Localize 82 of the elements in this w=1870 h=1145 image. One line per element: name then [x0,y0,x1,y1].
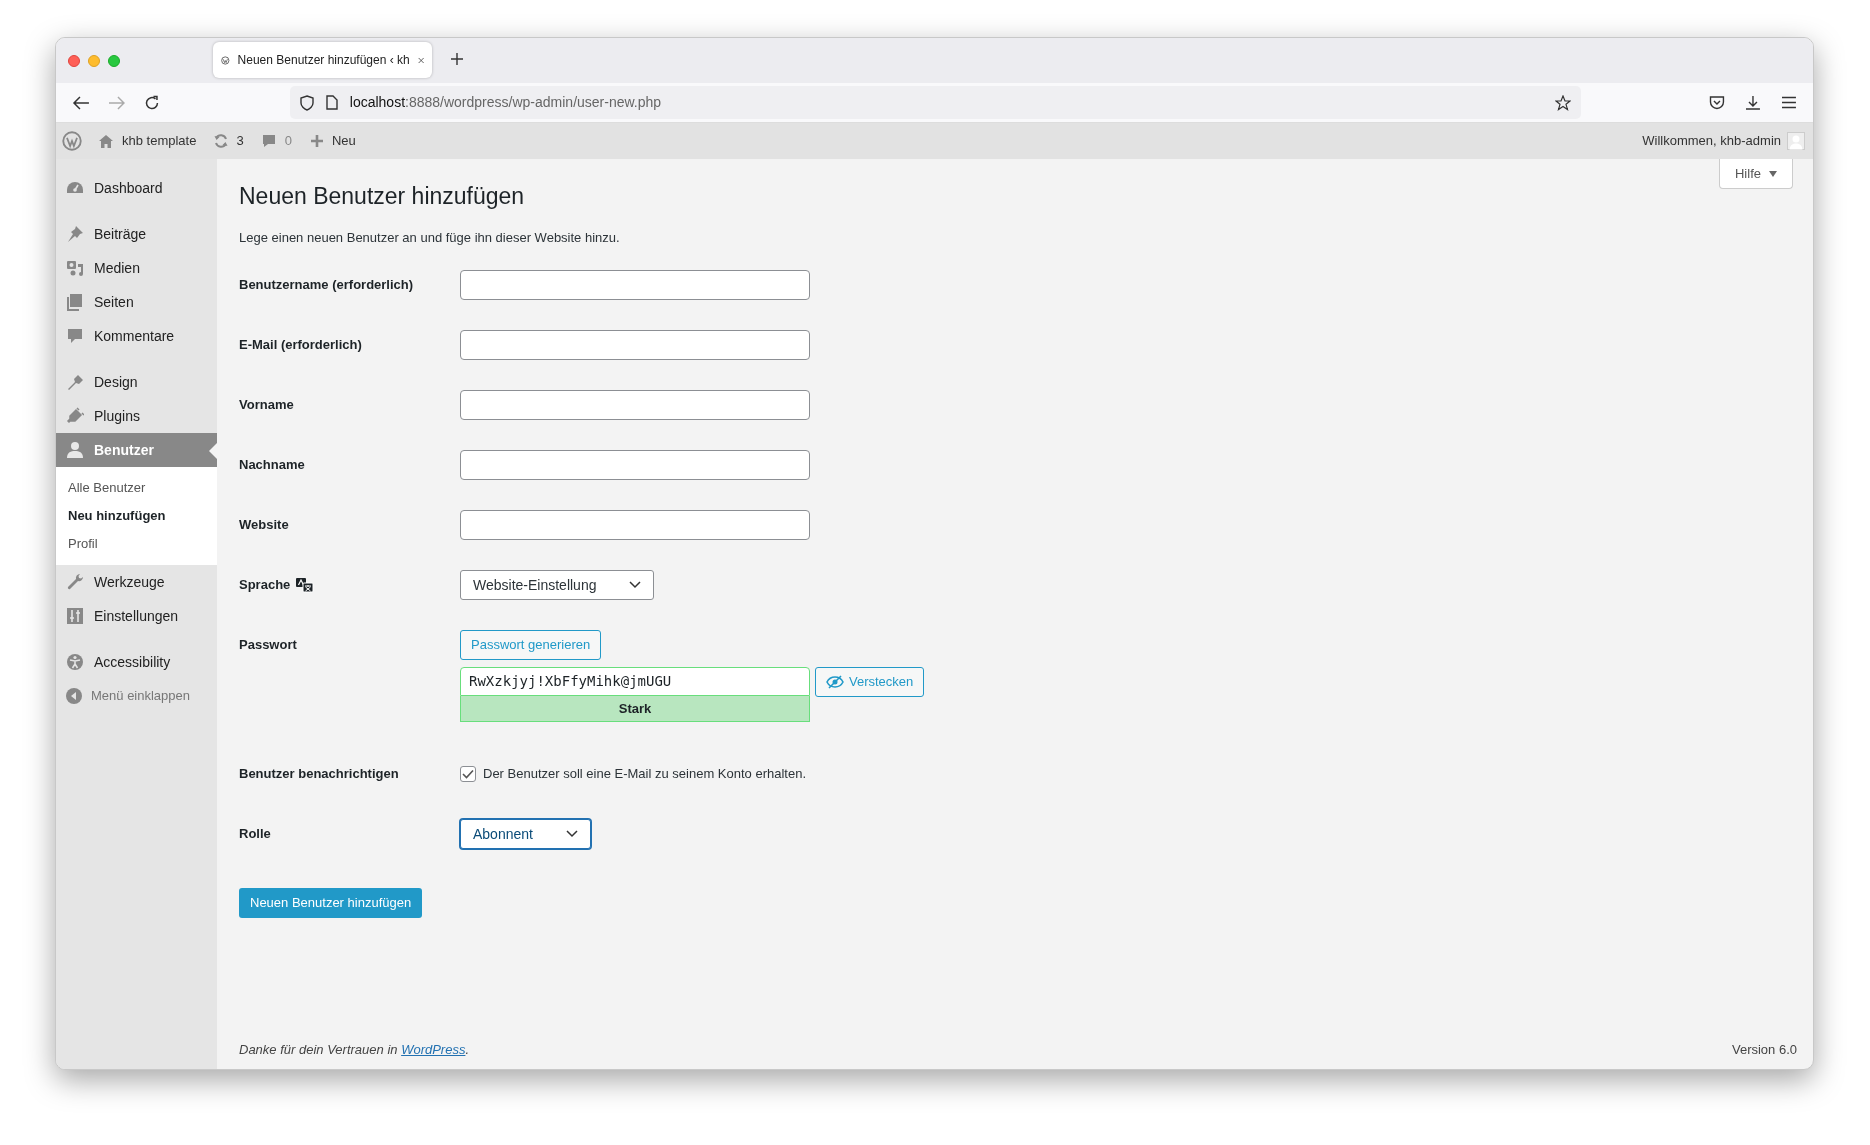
sidebar-item[interactable]: Design [56,365,217,399]
field-label: E-Mail (erforderlich) [239,336,362,355]
sidebar-item[interactable]: Medien [56,251,217,285]
text-field[interactable] [460,510,810,540]
media-icon [66,259,84,277]
collapse-icon [65,687,83,705]
plus-icon [309,134,324,148]
download-icon[interactable] [1745,94,1762,111]
submenu-item[interactable]: Neu hinzufügen [56,502,217,530]
plug-icon [66,407,84,425]
maximize-window-button[interactable] [108,54,120,67]
field-label: Benutzername (erforderlich) [239,276,414,295]
close-window-button[interactable] [68,54,80,67]
dropdown[interactable]: Website-Einstellung [460,570,654,600]
text-field[interactable] [460,270,810,300]
accessibility-icon [66,653,84,671]
wrench-icon [66,573,84,591]
version-text: Version 6.0 [1731,1040,1797,1059]
field-label: Rolle [239,825,271,844]
text-field[interactable] [460,330,810,360]
paintbrush-icon [66,373,84,391]
eye-slash-icon [826,675,844,689]
caret-icon [1769,170,1777,177]
checkbox[interactable] [460,766,476,782]
minimize-window-button[interactable] [88,54,100,67]
new-link[interactable]: Neu [309,131,356,151]
sidebar-item[interactable]: Benutzer [56,433,217,467]
updates-link[interactable]: 3 [213,131,244,151]
reload-icon[interactable] [143,94,160,111]
field-label: Nachname [239,456,305,475]
site-link[interactable]: khb template [98,131,197,151]
submenu-item[interactable]: Alle Benutzer [56,474,217,502]
footer-text: Danke für dein Vertrauen in WordPress. [239,1040,470,1059]
field-label: Passwort [239,636,297,655]
star-icon[interactable] [1555,94,1572,111]
pushpin-icon [66,225,84,243]
refresh-icon [213,133,230,149]
sidebar-item[interactable]: Accessibility [56,645,217,679]
browser-tab[interactable]: Neuen Benutzer hinzufügen ‹ kh [213,42,432,78]
sidebar-item[interactable]: Beiträge [56,217,217,251]
sidebar-item[interactable]: Kommentare [56,319,217,353]
back-icon[interactable] [72,94,90,111]
account-link[interactable]: Willkommen, khb-admin [1642,131,1781,151]
field-label: Vorname [239,396,294,415]
page-description: Lege einen neuen Benutzer an und füge ihn dieser Website hinzu. [239,228,621,247]
home-icon [98,133,114,149]
page-title: Neuen Benutzer hinzufügen [239,182,526,211]
pages-icon [66,293,84,311]
sidebar-item[interactable]: Einstellungen [56,599,217,633]
password-field[interactable]: RwXzkjyj!XbFfyMihk@jmUGU [460,667,810,696]
menu-icon[interactable] [1781,96,1798,109]
text-field[interactable] [460,390,810,420]
page-icon [325,95,338,110]
pocket-icon[interactable] [1709,95,1726,110]
field-label: Benutzer benachrichtigen [239,765,399,784]
help-button[interactable]: Hilfe [1719,159,1793,189]
person-icon [66,441,84,459]
tab-title: Neuen Benutzer hinzufügen ‹ kh [237,52,410,69]
chevron-down-icon [566,830,578,838]
sidebar-item[interactable]: Werkzeuge [56,565,217,599]
speech-bubble-icon [66,327,84,345]
field-label: Sprache [239,576,291,595]
new-tab-icon[interactable] [450,52,464,66]
sidebar-item[interactable]: Seiten [56,285,217,319]
sliders-icon [66,607,84,625]
sidebar-item[interactable]: Plugins [56,399,217,433]
strength-meter: Stark [460,696,810,722]
dropdown[interactable]: Abonnent [460,819,591,849]
collapse-menu-button[interactable]: Menü einklappen [56,679,217,713]
speech-bubble-icon [260,133,277,149]
current-item-pointer [209,443,217,459]
address-bar[interactable]: localhost:8888/wordpress/wp-admin/user-new.php [289,86,1582,119]
field-label: Website [239,516,289,535]
url-text: localhost:8888/wordpress/wp-admin/user-new.php [349,93,662,112]
chevron-down-icon [629,581,641,589]
submenu-item[interactable]: Profil [56,530,217,558]
sidebar-item[interactable]: Dashboard [56,171,217,205]
checkbox-label: Der Benutzer soll eine E-Mail zu seinem Konto erhalten. [483,765,806,784]
text-field[interactable] [460,450,810,480]
wordpress-logo-icon[interactable] [62,131,82,151]
forward-icon[interactable] [107,94,126,111]
shield-icon [299,94,314,111]
